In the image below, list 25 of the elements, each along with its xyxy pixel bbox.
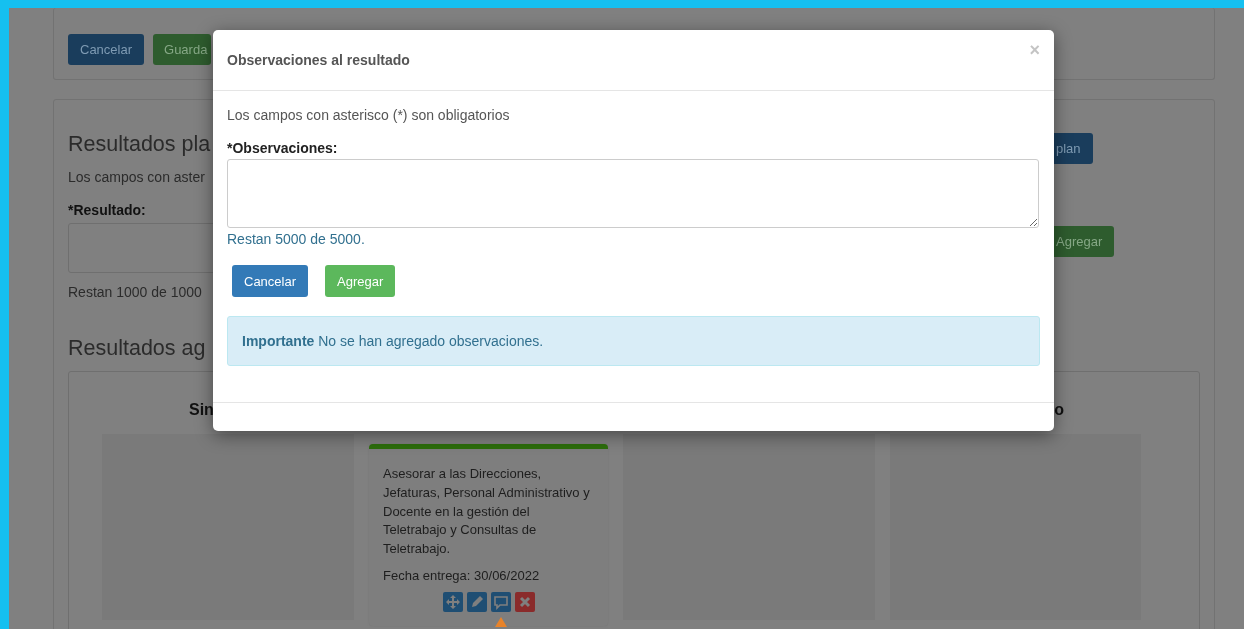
column-header: o — [1054, 401, 1064, 418]
required-note: Los campos con aster — [68, 169, 205, 185]
pencil-icon[interactable] — [466, 592, 487, 612]
field-label: *Resultado: — [68, 202, 146, 218]
char-counter: Restan 5000 de 5000. — [227, 230, 366, 248]
card-date: Fecha entrega: 30/06/2022 — [383, 568, 541, 583]
section-heading: Resultados pla — [68, 132, 211, 156]
delete-icon[interactable] — [514, 592, 535, 612]
page-button[interactable]: Cancelar — [68, 34, 145, 65]
modal-title: Observaciones al resultado — [227, 52, 410, 68]
modal-button[interactable]: Cancelar — [232, 265, 309, 297]
field-label: *Observaciones: — [227, 140, 339, 156]
move-icon[interactable] — [442, 592, 463, 612]
card-text: Asesorar a las Direcciones, Jefaturas, Personal Administrativo y Docente en la gestión del Teletrabajo y Consultas de Teletrabajo. — [383, 465, 591, 559]
info-alert: Importante No se han agregado observaciones. — [227, 316, 1040, 366]
page-button[interactable]: Guarda — [153, 34, 212, 65]
pointer-triangle-icon — [495, 617, 507, 627]
close-button[interactable]: × — [1029, 39, 1040, 61]
observations-field[interactable] — [227, 159, 1039, 228]
modal-button[interactable]: Agregar — [325, 265, 396, 297]
required-note: Los campos con asterisco (*) son obligatorios — [227, 106, 511, 125]
char-counter: Restan 1000 de 1000 — [68, 284, 202, 300]
section-heading: Resultados ag — [68, 336, 206, 360]
column-header: Sin — [189, 401, 214, 418]
comment-icon[interactable] — [490, 592, 511, 612]
